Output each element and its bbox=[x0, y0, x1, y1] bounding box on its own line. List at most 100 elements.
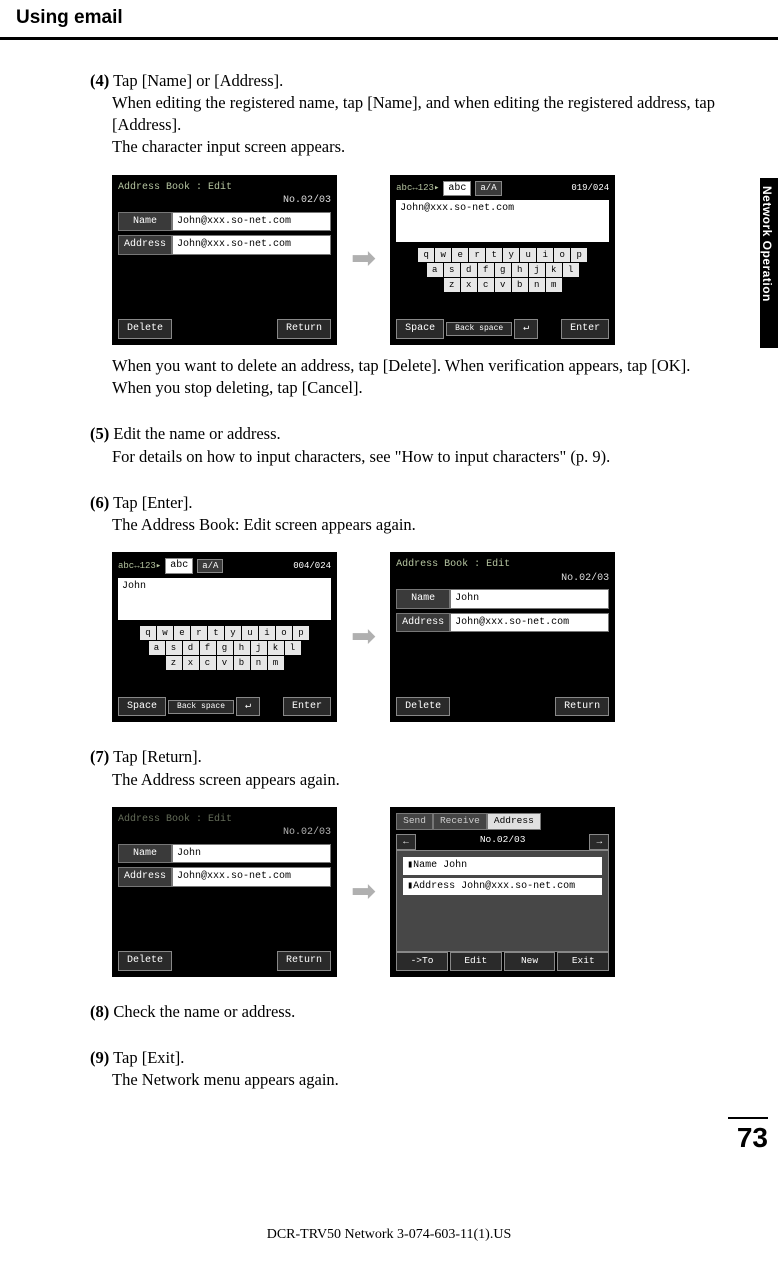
keyboard-key[interactable]: e bbox=[452, 248, 468, 262]
keyboard-key[interactable]: z bbox=[166, 656, 182, 670]
keyboard-key[interactable]: q bbox=[418, 248, 434, 262]
kbd2-enter-button[interactable]: Enter bbox=[283, 697, 331, 717]
kbd1-newline-button[interactable]: ↵ bbox=[514, 319, 538, 339]
kbd1-enter-button[interactable]: Enter bbox=[561, 319, 609, 339]
keyboard-key[interactable]: k bbox=[546, 263, 562, 277]
step-9-num: (9) bbox=[90, 1048, 109, 1067]
keyboard-key[interactable]: s bbox=[444, 263, 460, 277]
keyboard-key[interactable]: y bbox=[503, 248, 519, 262]
keyboard-key[interactable]: o bbox=[554, 248, 570, 262]
fig-edit-screen-1: Address Book : Edit No.02/03 Name John@x… bbox=[112, 175, 337, 345]
edit2-address-value: John@xxx.so-net.com bbox=[450, 613, 609, 633]
keyboard-key[interactable]: i bbox=[537, 248, 553, 262]
keyboard-key[interactable]: g bbox=[217, 641, 233, 655]
keyboard-key[interactable]: c bbox=[478, 278, 494, 292]
kbd2-space-button[interactable]: Space bbox=[118, 697, 166, 717]
edit3-no: No.02/03 bbox=[118, 826, 331, 840]
address-next-button[interactable]: → bbox=[589, 834, 609, 851]
kbd2-aA-button[interactable]: a/A bbox=[197, 559, 223, 573]
keyboard-key[interactable]: x bbox=[183, 656, 199, 670]
keyboard-key[interactable]: r bbox=[191, 626, 207, 640]
keyboard-key[interactable]: u bbox=[242, 626, 258, 640]
address-edit-button[interactable]: Edit bbox=[450, 952, 502, 971]
keyboard-key[interactable]: f bbox=[200, 641, 216, 655]
keyboard-key[interactable]: d bbox=[183, 641, 199, 655]
keyboard-key[interactable]: s bbox=[166, 641, 182, 655]
keyboard-key[interactable]: a bbox=[149, 641, 165, 655]
keyboard-key[interactable]: v bbox=[495, 278, 511, 292]
tab-address[interactable]: Address bbox=[487, 813, 541, 830]
kbd2-textarea[interactable]: John bbox=[118, 578, 331, 620]
step-5-line1: Edit the name or address. bbox=[113, 424, 280, 443]
keyboard-key[interactable]: v bbox=[217, 656, 233, 670]
address-new-button[interactable]: New bbox=[504, 952, 556, 971]
address-to-button[interactable]: ->To bbox=[396, 952, 448, 971]
keyboard-key[interactable]: o bbox=[276, 626, 292, 640]
keyboard-key[interactable]: l bbox=[563, 263, 579, 277]
keyboard-key[interactable]: a bbox=[427, 263, 443, 277]
edit3-address-button[interactable]: Address bbox=[118, 867, 172, 887]
kbd1-counter: 019/024 bbox=[571, 182, 609, 194]
keyboard-key[interactable]: x bbox=[461, 278, 477, 292]
keyboard-key[interactable]: m bbox=[268, 656, 284, 670]
tab-send[interactable]: Send bbox=[396, 813, 433, 830]
keyboard-key[interactable]: y bbox=[225, 626, 241, 640]
edit2-return-button[interactable]: Return bbox=[555, 697, 609, 717]
edit3-delete-button[interactable]: Delete bbox=[118, 951, 172, 971]
keyboard-key[interactable]: k bbox=[268, 641, 284, 655]
kbd2-mode-button[interactable]: abc bbox=[165, 558, 193, 574]
kbd2-keys: qwertyuiop asdfghjkl zxcvbnm bbox=[118, 626, 331, 670]
edit1-title: Address Book : Edit bbox=[118, 181, 331, 195]
kbd1-backspace-button[interactable]: Back space bbox=[446, 322, 512, 336]
edit3-return-button[interactable]: Return bbox=[277, 951, 331, 971]
keyboard-key[interactable]: q bbox=[140, 626, 156, 640]
step-9: (9) Tap [Exit]. The Network menu appears… bbox=[90, 1047, 728, 1092]
address-exit-button[interactable]: Exit bbox=[557, 952, 609, 971]
keyboard-key[interactable]: w bbox=[435, 248, 451, 262]
edit2-delete-button[interactable]: Delete bbox=[396, 697, 450, 717]
edit1-address-button[interactable]: Address bbox=[118, 235, 172, 255]
keyboard-key[interactable]: u bbox=[520, 248, 536, 262]
keyboard-key[interactable]: p bbox=[571, 248, 587, 262]
kbd1-mode-button[interactable]: abc bbox=[443, 181, 471, 197]
keyboard-key[interactable]: g bbox=[495, 263, 511, 277]
keyboard-key[interactable]: h bbox=[512, 263, 528, 277]
edit2-name-button[interactable]: Name bbox=[396, 589, 450, 609]
keyboard-key[interactable]: n bbox=[251, 656, 267, 670]
kbd2-backspace-button[interactable]: Back space bbox=[168, 700, 234, 714]
keyboard-key[interactable]: i bbox=[259, 626, 275, 640]
address-prev-button[interactable]: ← bbox=[396, 834, 416, 851]
step-4-line3: The character input screen appears. bbox=[90, 136, 728, 158]
keyboard-key[interactable]: t bbox=[208, 626, 224, 640]
edit1-name-button[interactable]: Name bbox=[118, 212, 172, 232]
edit2-address-button[interactable]: Address bbox=[396, 613, 450, 633]
kbd1-aA-button[interactable]: a/A bbox=[475, 181, 501, 195]
keyboard-key[interactable]: b bbox=[234, 656, 250, 670]
edit1-delete-button[interactable]: Delete bbox=[118, 319, 172, 339]
keyboard-key[interactable]: b bbox=[512, 278, 528, 292]
edit1-return-button[interactable]: Return bbox=[277, 319, 331, 339]
keyboard-key[interactable]: t bbox=[486, 248, 502, 262]
step-9-line2: The Network menu appears again. bbox=[90, 1069, 728, 1091]
step-4-line2: When editing the registered name, tap [N… bbox=[90, 92, 728, 137]
keyboard-key[interactable]: h bbox=[234, 641, 250, 655]
keyboard-key[interactable]: c bbox=[200, 656, 216, 670]
keyboard-key[interactable]: w bbox=[157, 626, 173, 640]
keyboard-key[interactable]: z bbox=[444, 278, 460, 292]
keyboard-key[interactable]: l bbox=[285, 641, 301, 655]
keyboard-key[interactable]: f bbox=[478, 263, 494, 277]
kbd1-space-button[interactable]: Space bbox=[396, 319, 444, 339]
keyboard-key[interactable]: j bbox=[529, 263, 545, 277]
keyboard-key[interactable]: e bbox=[174, 626, 190, 640]
edit3-name-button[interactable]: Name bbox=[118, 844, 172, 864]
keyboard-key[interactable]: n bbox=[529, 278, 545, 292]
kbd2-newline-button[interactable]: ↵ bbox=[236, 697, 260, 717]
keyboard-key[interactable]: p bbox=[293, 626, 309, 640]
kbd1-textarea[interactable]: John@xxx.so-net.com bbox=[396, 200, 609, 242]
keyboard-key[interactable]: m bbox=[546, 278, 562, 292]
tab-receive[interactable]: Receive bbox=[433, 813, 487, 830]
fig-keyboard-screen-1: abc↔123▸ abc a/A 019/024 John@xxx.so-net… bbox=[390, 175, 615, 345]
keyboard-key[interactable]: r bbox=[469, 248, 485, 262]
keyboard-key[interactable]: d bbox=[461, 263, 477, 277]
keyboard-key[interactable]: j bbox=[251, 641, 267, 655]
